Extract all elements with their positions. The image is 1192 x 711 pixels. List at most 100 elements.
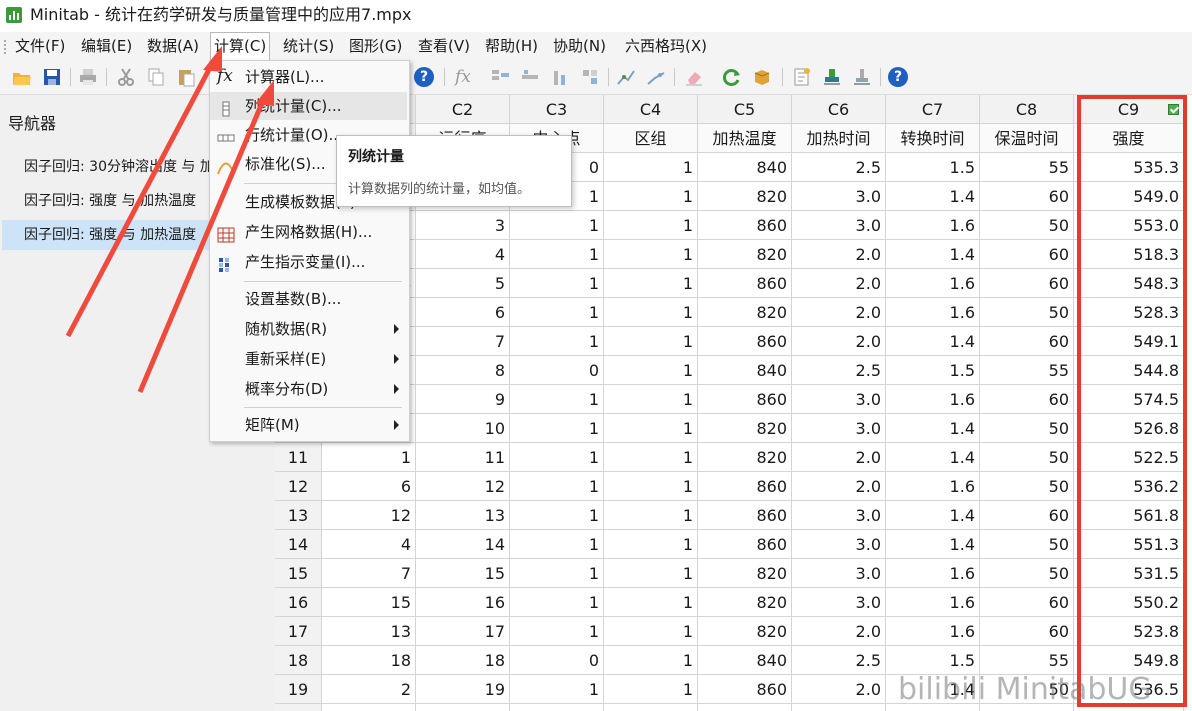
data-cell[interactable]: 3.0	[792, 211, 886, 240]
stamp-plain-icon[interactable]	[852, 67, 872, 87]
data-cell[interactable]: 60	[980, 240, 1074, 269]
data-cell[interactable]: 840	[698, 356, 792, 385]
data-cell[interactable]: 1	[604, 298, 698, 327]
data-cell[interactable]: 1	[510, 414, 604, 443]
data-cell[interactable]: 15	[416, 559, 510, 588]
data-cell[interactable]: 1	[510, 501, 604, 530]
save-icon[interactable]	[42, 67, 62, 87]
data-cell[interactable]: 860	[698, 211, 792, 240]
data-cell[interactable]: 2.0	[792, 298, 886, 327]
data-cell[interactable]: 7	[322, 559, 416, 588]
cut-icon[interactable]	[116, 67, 136, 87]
data-cell[interactable]: 2.0	[792, 617, 886, 646]
print-icon[interactable]	[78, 67, 98, 87]
column-header[interactable]: C2	[416, 95, 510, 124]
data-cell[interactable]: 2.5	[792, 153, 886, 182]
data-cell[interactable]: 55	[980, 153, 1074, 182]
row-header[interactable]: 11	[275, 443, 322, 472]
data-cell[interactable]: 535.3	[1074, 153, 1184, 182]
data-cell[interactable]: 860	[698, 675, 792, 704]
data-cell[interactable]: 1.4	[886, 327, 980, 356]
trend-icon[interactable]	[616, 67, 636, 87]
data-cell[interactable]: 549.0	[1074, 182, 1184, 211]
data-cell[interactable]: 50	[980, 414, 1074, 443]
data-cell[interactable]: 0	[510, 646, 604, 675]
data-cell[interactable]	[604, 704, 698, 711]
menu-calc[interactable]: 计算(C)	[210, 32, 271, 60]
data-cell[interactable]: 1.4	[886, 530, 980, 559]
data-cell[interactable]: 1	[604, 501, 698, 530]
data-cell[interactable]: 550.2	[1074, 588, 1184, 617]
data-cell[interactable]: 1	[604, 414, 698, 443]
data-cell[interactable]: 1	[604, 559, 698, 588]
data-cell[interactable]: 1.6	[886, 559, 980, 588]
data-cell[interactable]: 60	[980, 617, 1074, 646]
data-cell[interactable]: 2.5	[792, 646, 886, 675]
data-cell[interactable]: 15	[322, 588, 416, 617]
data-cell[interactable]: 2.5	[792, 356, 886, 385]
data-cell[interactable]: 1	[604, 269, 698, 298]
data-cell[interactable]: 1	[604, 443, 698, 472]
column-header[interactable]: C7	[886, 95, 980, 124]
data-cell[interactable]: 1	[604, 530, 698, 559]
data-cell[interactable]: 1.6	[886, 385, 980, 414]
column-name-cell[interactable]: 保温时间	[980, 124, 1074, 153]
data-cell[interactable]: 1.4	[886, 240, 980, 269]
data-cell[interactable]: 11	[416, 443, 510, 472]
menu-assist[interactable]: 协助(N)	[550, 32, 609, 60]
data-cell[interactable]: 12	[416, 472, 510, 501]
data-cell[interactable]: 8	[416, 356, 510, 385]
menu-item-resampling[interactable]: 重新采样(E)	[210, 345, 407, 373]
data-cell[interactable]: 50	[980, 211, 1074, 240]
data-cell[interactable]: 10	[416, 414, 510, 443]
column-header[interactable]: C6	[792, 95, 886, 124]
data-cell[interactable]: 16	[416, 588, 510, 617]
menu-edit[interactable]: 编辑(E)	[78, 32, 135, 60]
row-header[interactable]: 14	[275, 530, 322, 559]
data-cell[interactable]: 1	[604, 327, 698, 356]
data-cell[interactable]: 2	[322, 675, 416, 704]
open-folder-icon[interactable]	[12, 67, 32, 87]
data-cell[interactable]: 1	[510, 327, 604, 356]
data-cell[interactable]: 2.0	[792, 443, 886, 472]
data-cell[interactable]: 4	[322, 530, 416, 559]
data-cell[interactable]: 820	[698, 240, 792, 269]
data-cell[interactable]: 1.6	[886, 617, 980, 646]
menu-item-column-statistics[interactable]: 列统计量(C)...	[210, 92, 407, 120]
data-cell[interactable]: 3.0	[792, 559, 886, 588]
data-cell[interactable]: 1	[510, 443, 604, 472]
data-cell[interactable]: 3.0	[792, 385, 886, 414]
data-cell[interactable]: 3.0	[792, 530, 886, 559]
data-cell[interactable]: 860	[698, 327, 792, 356]
data-cell[interactable]: 1.4	[886, 414, 980, 443]
data-cell[interactable]: 60	[980, 182, 1074, 211]
data-cell[interactable]: 50	[980, 559, 1074, 588]
data-cell[interactable]: 820	[698, 443, 792, 472]
copy-icon[interactable]	[146, 67, 166, 87]
data-cell[interactable]: 860	[698, 269, 792, 298]
menu-view[interactable]: 查看(V)	[415, 32, 473, 60]
data-cell[interactable]: 3.0	[792, 182, 886, 211]
data-cell[interactable]: 1	[604, 385, 698, 414]
column-name-cell[interactable]: 加热时间	[792, 124, 886, 153]
data-cell[interactable]: 5	[416, 269, 510, 298]
menu-item-calculator[interactable]: fx 计算器(L)...	[210, 63, 407, 91]
data-cell[interactable]: 860	[698, 385, 792, 414]
trend2-icon[interactable]	[646, 67, 666, 87]
data-cell[interactable]	[322, 704, 416, 711]
data-cell[interactable]: 1.6	[886, 472, 980, 501]
data-cell[interactable]: 60	[980, 269, 1074, 298]
data-cell[interactable]: 526.8	[1074, 414, 1184, 443]
data-cell[interactable]: 1	[510, 298, 604, 327]
data-cell[interactable]: 551.3	[1074, 530, 1184, 559]
data-cell[interactable]: 1.6	[886, 588, 980, 617]
menu-graph[interactable]: 图形(G)	[346, 32, 405, 60]
data-cell[interactable]	[416, 704, 510, 711]
data-cell[interactable]	[510, 704, 604, 711]
data-cell[interactable]: 13	[416, 501, 510, 530]
menu-data[interactable]: 数据(A)	[144, 32, 202, 60]
data-cell[interactable]: 2.0	[792, 327, 886, 356]
row-header[interactable]: 17	[275, 617, 322, 646]
help-icon[interactable]: ?	[414, 67, 434, 87]
menu-item-random-data[interactable]: 随机数据(R)	[210, 315, 407, 343]
